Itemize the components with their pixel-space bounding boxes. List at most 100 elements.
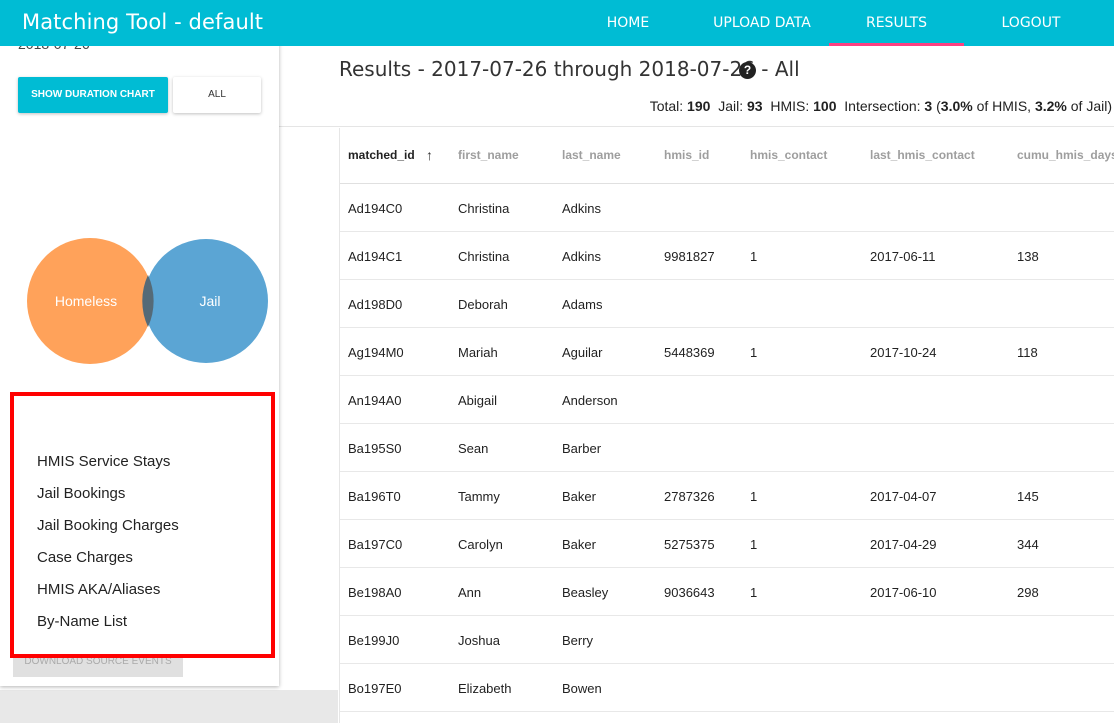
cell-hmis-contact: 1 (750, 249, 758, 264)
cell-hmis-id: 5275375 (664, 537, 715, 552)
venn-diagram: Homeless Jail (27, 238, 268, 364)
col-matched-id[interactable]: matched_id (348, 148, 415, 162)
cell-last-name: Adkins (562, 249, 602, 264)
cell-first-name: Tammy (458, 489, 500, 504)
menu-by-name-list[interactable]: By-Name List (37, 613, 127, 630)
all-filter-button[interactable]: ALL (173, 77, 261, 113)
cell-first-name: Deborah (458, 297, 508, 312)
sort-ascending-icon[interactable]: ↑ (426, 147, 433, 163)
cell-last-name: Baker (562, 537, 596, 552)
nav-results[interactable]: RESULTS (829, 0, 964, 46)
table-row[interactable]: An194A0 Abigail Anderson (340, 376, 1114, 424)
cell-matched-id: Ad194C0 (348, 201, 403, 216)
stat-pct-jail-suffix: of Jail) (1070, 98, 1112, 114)
cell-last-name: Beasley (562, 585, 609, 600)
cell-matched-id: Be198A0 (348, 585, 402, 600)
table-row[interactable]: Ag194M0 Mariah Aguilar 5448369 1 2017-10… (340, 328, 1114, 376)
col-last-name[interactable]: last_name (562, 148, 621, 162)
stat-intersection-label: Intersection: (844, 98, 921, 114)
cell-matched-id: Bo197E0 (348, 681, 402, 696)
cell-hmis-id: 5448369 (664, 345, 715, 360)
table-header: matched_id ↑ first_name last_name hmis_i… (340, 128, 1114, 184)
stat-intersection-value: 3 (924, 98, 933, 114)
cell-first-name: Abigail (458, 393, 498, 408)
table-row[interactable]: Ba197C0 Carolyn Baker 5275375 1 2017-04-… (340, 520, 1114, 568)
cell-hmis-id: 2787326 (664, 489, 715, 504)
col-last-hmis-contact[interactable]: last_hmis_contact (870, 148, 975, 162)
cell-cumu-hmis-days: 344 (1017, 537, 1039, 552)
cell-matched-id: Ba196T0 (348, 489, 401, 504)
menu-jail-bookings[interactable]: Jail Bookings (37, 485, 125, 502)
cell-matched-id: An194A0 (348, 393, 402, 408)
table-row[interactable]: Ba195S0 Sean Barber (340, 424, 1114, 472)
cell-last-name: Barber (562, 441, 602, 456)
table-row[interactable]: Bo197E0 Elizabeth Bowen (340, 664, 1114, 712)
cell-last-name: Berry (562, 633, 594, 648)
table-row[interactable]: Be199J0 Joshua Berry (340, 616, 1114, 664)
table-row[interactable]: Be198A0 Ann Beasley 9036643 1 2017-06-10… (340, 568, 1114, 616)
venn-jail-label: Jail (199, 293, 220, 309)
nav-upload-data[interactable]: UPLOAD DATA (694, 0, 830, 46)
col-cumu-hmis-days[interactable]: cumu_hmis_days (1017, 148, 1114, 162)
cell-cumu-hmis-days: 118 (1017, 345, 1038, 360)
results-title: Results - 2017-07-26 through 2018-07-26 … (339, 57, 800, 81)
cell-first-name: Carolyn (458, 537, 503, 552)
cell-last-hmis-contact: 2017-04-29 (870, 537, 937, 552)
cell-last-hmis-contact: 2017-06-10 (870, 585, 937, 600)
nav-home[interactable]: HOME (588, 0, 668, 46)
menu-jail-booking-charges[interactable]: Jail Booking Charges (37, 517, 179, 534)
cell-cumu-hmis-days: 145 (1017, 489, 1039, 504)
stat-pct-hmis-suffix: of HMIS, (976, 98, 1032, 114)
col-hmis-id[interactable]: hmis_id (664, 148, 709, 162)
cell-last-name: Adkins (562, 201, 602, 216)
app-title: Matching Tool - default (22, 10, 264, 34)
stat-total-label: Total: (649, 98, 684, 114)
cell-hmis-contact: 1 (750, 585, 758, 600)
cell-hmis-contact: 1 (750, 489, 758, 504)
cell-cumu-hmis-days: 138 (1017, 249, 1039, 264)
cell-last-name: Anderson (562, 393, 618, 408)
cell-last-name: Baker (562, 489, 596, 504)
cell-matched-id: Be199J0 (348, 633, 400, 648)
results-table: matched_id ↑ first_name last_name hmis_i… (339, 128, 1114, 723)
stat-pct-jail: 3.2% (1034, 98, 1067, 114)
table-row[interactable]: Ad198D0 Deborah Adams (340, 280, 1114, 328)
cell-hmis-contact: 1 (750, 537, 758, 552)
cell-first-name: Ann (458, 585, 482, 600)
cell-last-name: Aguilar (562, 345, 603, 360)
col-first-name[interactable]: first_name (458, 148, 519, 162)
cell-matched-id: Ba197C0 (348, 537, 403, 552)
panel-base (0, 690, 338, 723)
show-duration-chart-button[interactable]: SHOW DURATION CHART (18, 77, 168, 113)
cell-hmis-id: 9981827 (664, 249, 715, 264)
cell-cumu-hmis-days: 298 (1017, 585, 1039, 600)
highlight-box: HMIS Service Stays Jail Bookings Jail Bo… (10, 392, 275, 658)
table-row[interactable]: Ad194C1 Christina Adkins 9981827 1 2017-… (340, 232, 1114, 280)
stat-hmis-value: 100 (813, 98, 837, 114)
results-stats: Total: 190 Jail: 93 HMIS: 100 Intersecti… (649, 98, 1112, 114)
cell-hmis-contact: 1 (750, 345, 758, 360)
cell-first-name: Christina (458, 249, 510, 264)
cell-first-name: Christina (458, 201, 510, 216)
table-row[interactable]: Ba196T0 Tammy Baker 2787326 1 2017-04-07… (340, 472, 1114, 520)
cell-first-name: Joshua (458, 633, 500, 648)
menu-hmis-service-stays[interactable]: HMIS Service Stays (37, 453, 170, 470)
cell-first-name: Mariah (458, 345, 498, 360)
cell-first-name: Sean (458, 441, 489, 456)
stat-hmis-label: HMIS: (770, 98, 810, 114)
col-hmis-contact[interactable]: hmis_contact (750, 148, 827, 162)
stat-pct-hmis: 3.0% (940, 98, 973, 114)
stat-total-value: 190 (687, 98, 711, 114)
menu-hmis-aka-aliases[interactable]: HMIS AKA/Aliases (37, 581, 160, 598)
cell-matched-id: Ag194M0 (348, 345, 404, 360)
menu-case-charges[interactable]: Case Charges (37, 549, 133, 566)
cell-matched-id: Ad194C1 (348, 249, 403, 264)
nav-logout[interactable]: LOGOUT (985, 0, 1077, 46)
help-icon[interactable]: ? (739, 62, 756, 79)
cell-last-hmis-contact: 2017-10-24 (870, 345, 937, 360)
stat-jail-value: 93 (746, 98, 763, 114)
top-navbar: Matching Tool - default HOME UPLOAD DATA… (0, 0, 1114, 46)
cell-matched-id: Ba195S0 (348, 441, 402, 456)
cell-last-name: Bowen (562, 681, 602, 696)
table-row[interactable]: Ad194C0 Christina Adkins (340, 184, 1114, 232)
